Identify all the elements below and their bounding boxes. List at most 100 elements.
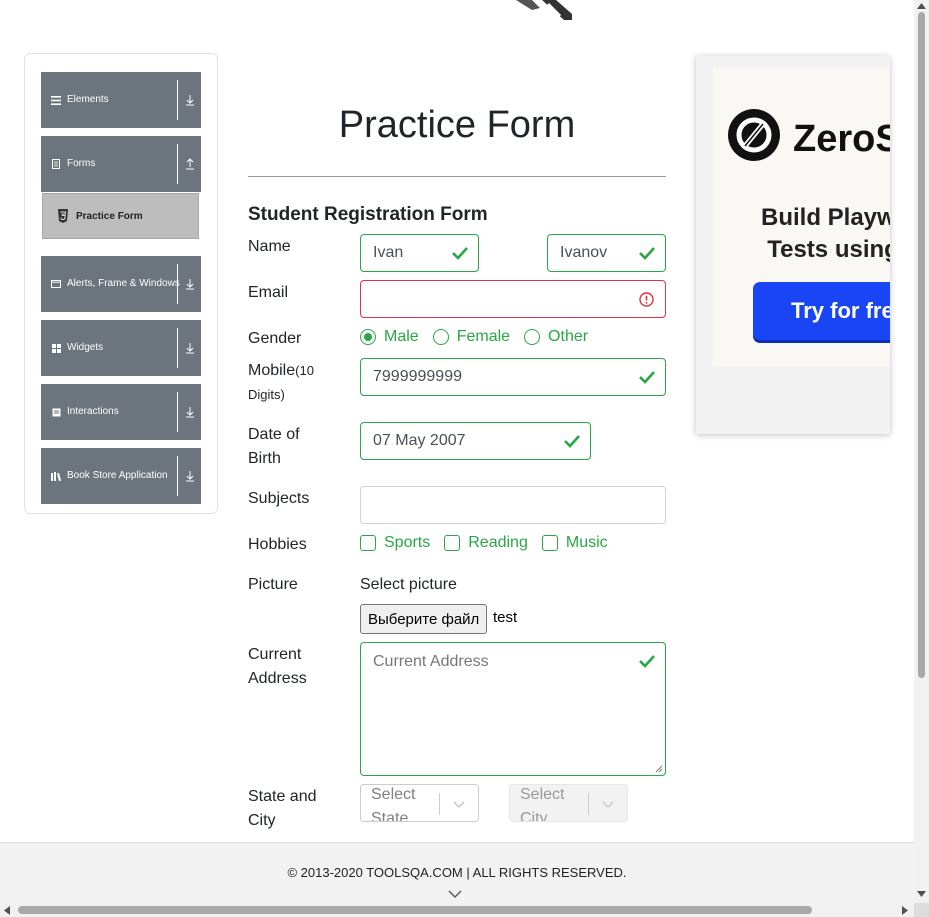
chevron-down-icon [453, 801, 465, 809]
divider [588, 793, 589, 815]
picture-label: Picture [248, 576, 298, 593]
left-sidebar: Elements Forms Practice Form Alerts, Fra… [24, 53, 218, 514]
sidebar-group-elements[interactable]: Elements [41, 72, 201, 128]
option-label: Sports [384, 534, 431, 551]
sidebar-group-forms[interactable]: Forms [41, 136, 201, 192]
mobile-label-text: Mobile [248, 362, 296, 379]
form-subtitle: Student Registration Form [248, 204, 488, 225]
gender-other-option[interactable]: Other [524, 328, 588, 346]
state-select[interactable]: Select State [360, 784, 479, 822]
document-icon [50, 158, 62, 170]
radio-button[interactable] [432, 329, 449, 345]
scrollbar-thumb[interactable] [918, 12, 925, 678]
select-picture-label: Select picture [360, 576, 457, 593]
subjects-label: Subjects [248, 490, 310, 507]
checkbox[interactable] [541, 535, 558, 551]
hobby-reading-option[interactable]: Reading [444, 534, 528, 552]
current-address-textarea[interactable]: Current Address [360, 642, 666, 776]
sidebar-group-label: Elements [67, 94, 109, 105]
radio-button[interactable] [524, 329, 541, 345]
name-label: Name [248, 238, 291, 255]
address-placeholder: Current Address [373, 653, 489, 670]
check-icon [452, 247, 468, 260]
gender-label: Gender [248, 330, 302, 347]
sidebar-group-label: Widgets [67, 342, 104, 353]
ad-brand-name: ZeroS [793, 118, 890, 160]
divider [177, 456, 178, 496]
hobby-sports-option[interactable]: Sports [360, 534, 430, 552]
sidebar-group-widgets[interactable]: Widgets [41, 320, 201, 376]
vertical-scrollbar[interactable] [914, 0, 929, 903]
gender-male-option[interactable]: Male [360, 328, 419, 346]
download-arrow-icon [186, 343, 194, 354]
hobby-music-option[interactable]: Music [541, 534, 608, 552]
hobbies-checkbox-group: Sports Reading Music [360, 534, 622, 552]
download-arrow-icon [186, 279, 194, 290]
scroll-down-arrow-icon[interactable] [917, 891, 926, 897]
html5-icon [58, 209, 68, 223]
gender-female-option[interactable]: Female [432, 328, 511, 346]
email-input[interactable] [360, 280, 666, 318]
sidebar-group-label: Book Store Application [67, 470, 168, 481]
checkbox[interactable] [444, 535, 461, 551]
check-icon [639, 247, 655, 260]
sidebar-group-interactions[interactable]: Interactions [41, 384, 201, 440]
sidebar-group-label: Interactions [67, 406, 119, 417]
sidebar-group-label: Alerts, Frame & Windows [67, 278, 180, 289]
grid-icon [50, 342, 62, 354]
checkbox[interactable] [360, 535, 376, 551]
window-icon [50, 278, 62, 290]
books-icon [50, 470, 62, 482]
divider [177, 144, 178, 184]
first-name-value: Ivan [373, 244, 404, 261]
dob-value: 07 May 2007 [373, 432, 466, 449]
copyright-text: © 2013-2020 TOOLSQA.COM | ALL RIGHTS RES… [287, 865, 627, 880]
ad-tagline-line-1: Build Playwr [761, 204, 890, 231]
site-logo-fragment [516, 0, 572, 20]
hobbies-label: Hobbies [248, 536, 307, 553]
chevron-down-icon[interactable] [448, 889, 462, 899]
scroll-left-arrow-icon[interactable] [4, 906, 10, 915]
check-icon [564, 435, 580, 448]
last-name-input[interactable]: Ivanov [547, 234, 666, 272]
chevron-down-icon [602, 801, 614, 809]
download-arrow-icon [186, 407, 194, 418]
check-icon [639, 655, 655, 668]
subjects-input[interactable] [360, 486, 666, 524]
selected-file-name: test [493, 609, 518, 626]
zerostep-logo-icon [728, 109, 780, 161]
city-select[interactable]: Select City [509, 784, 628, 822]
scrollbar-thumb[interactable] [18, 906, 812, 914]
divider [177, 264, 178, 304]
scroll-up-arrow-icon[interactable] [917, 3, 926, 9]
page-title: Practice Form [338, 104, 576, 146]
resize-handle-icon[interactable] [655, 765, 663, 773]
mobile-label: Mobile(10 Digits) [248, 359, 348, 407]
sidebar-group-book-store[interactable]: Book Store Application [41, 448, 201, 504]
divider [439, 793, 440, 815]
hamburger-icon [50, 94, 62, 106]
dob-label: Date of Birth [248, 426, 300, 467]
check-icon [639, 371, 655, 384]
choose-file-button[interactable]: Выберите файл [360, 604, 488, 634]
radio-button[interactable] [360, 329, 376, 345]
ad-try-free-button[interactable]: Try for free [753, 282, 890, 340]
sidebar-group-alerts[interactable]: Alerts, Frame & Windows [41, 256, 201, 312]
gender-radio-group: Male Female Other [360, 328, 602, 346]
dob-input[interactable]: 07 May 2007 [360, 422, 591, 460]
horizontal-scrollbar[interactable] [0, 903, 914, 917]
advertisement[interactable]: ZeroS Build Playwr Tests using Try for f… [696, 56, 890, 434]
mobile-input[interactable]: 7999999999 [360, 358, 666, 396]
ad-tagline-line-2: Tests using [767, 236, 890, 263]
error-icon [639, 292, 654, 307]
option-label: Female [456, 328, 511, 345]
divider [177, 392, 178, 432]
state-placeholder: Select State [371, 786, 416, 822]
address-label: Current Address [248, 646, 307, 687]
interaction-icon [50, 406, 62, 418]
scroll-right-arrow-icon[interactable] [902, 906, 908, 915]
first-name-input[interactable]: Ivan [360, 234, 479, 272]
page-footer: © 2013-2020 TOOLSQA.COM | ALL RIGHTS RES… [0, 842, 914, 904]
option-label: Reading [468, 534, 528, 551]
sidebar-item-practice-form[interactable]: Practice Form [42, 193, 199, 239]
